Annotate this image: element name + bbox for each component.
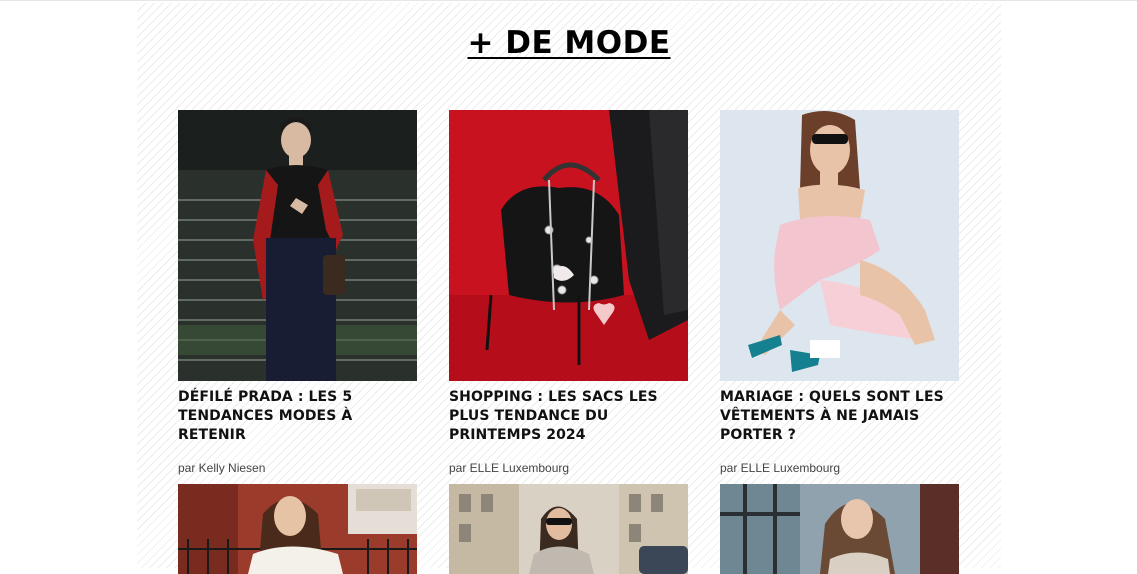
article-byline: par ELLE Luxembourg: [720, 461, 841, 475]
article-title[interactable]: SHOPPING : LES SACS LES PLUS TENDANCE DU…: [449, 388, 688, 445]
article-image[interactable]: [178, 110, 417, 381]
article-image[interactable]: [720, 484, 959, 574]
article-image[interactable]: [449, 110, 688, 381]
more-fashion-section: + DE MODE DÉFILÉ PRADA: LES 5 TENDANCES…: [137, 3, 1001, 574]
article-byline: par Kelly Niesen: [178, 461, 266, 475]
top-divider: [0, 0, 1137, 1]
article-image[interactable]: [178, 484, 417, 574]
article-title[interactable]: DÉFILÉ PRADA : LES 5 TENDANCES MODES À R…: [178, 388, 417, 445]
article-title[interactable]: MARIAGE : QUELS SONT LES VÊTEMENTS À NE …: [720, 388, 959, 445]
section-title[interactable]: + DE MODE: [137, 25, 1001, 61]
article-card[interactable]: [720, 484, 959, 574]
article-image[interactable]: [449, 484, 688, 574]
article-card[interactable]: [178, 484, 417, 574]
section-title-text[interactable]: + DE MODE: [467, 25, 670, 61]
article-card[interactable]: SHOPPING : LES SACS LES PLUS TENDANCE DU…: [449, 110, 688, 475]
article-image[interactable]: [720, 110, 959, 381]
article-card[interactable]: MARIAGE : QUELS SONT LES VÊTEMENTS À NE …: [720, 110, 959, 475]
article-byline: par ELLE Luxembourg: [449, 461, 570, 475]
article-card[interactable]: DÉFILÉ PRADA : LES 5 TENDANCES MODES À R…: [178, 110, 417, 475]
article-card[interactable]: [449, 484, 688, 574]
